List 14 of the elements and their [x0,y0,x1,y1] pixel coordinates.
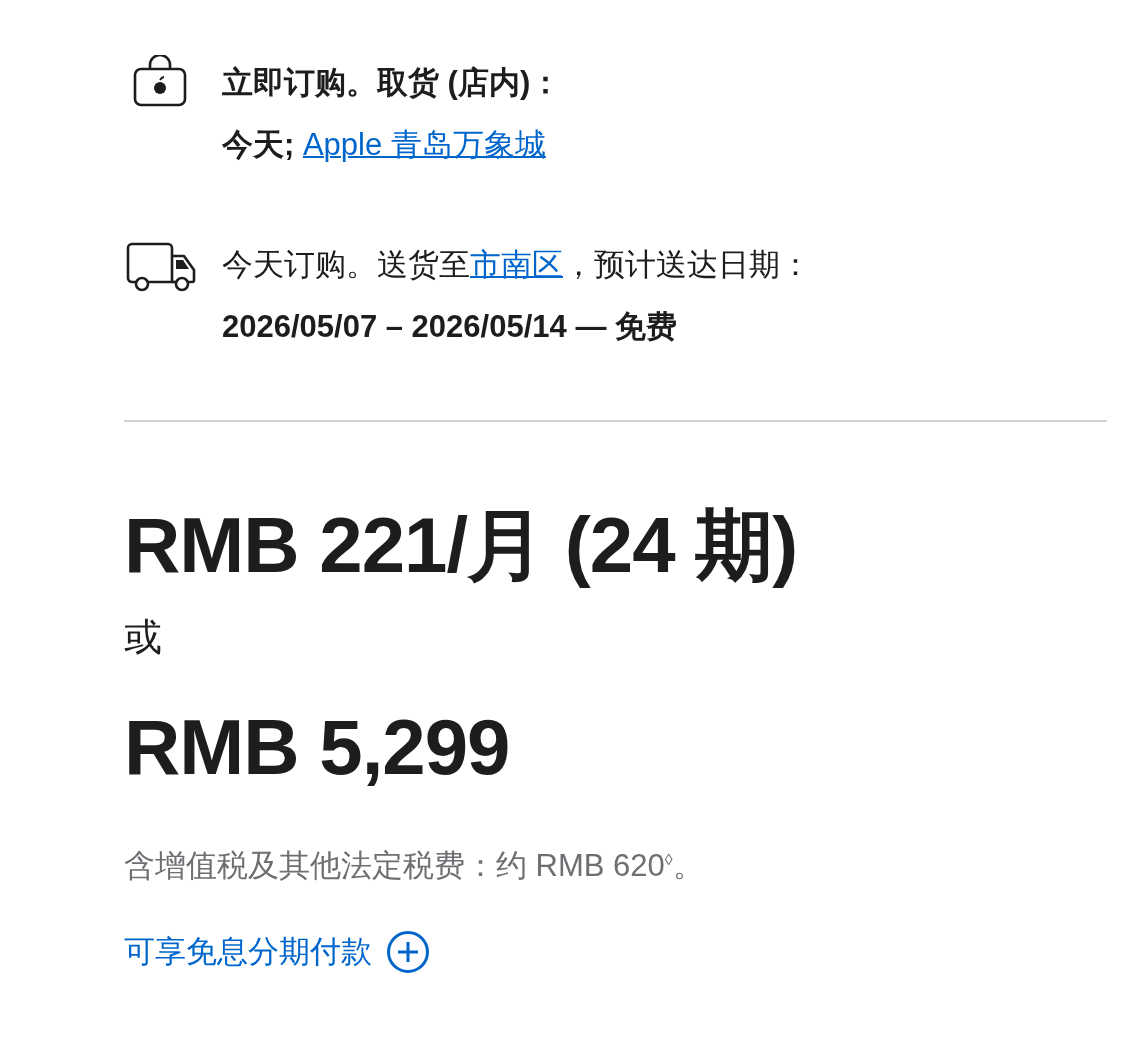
tax-note: 含增值税及其他法定税费：约 RMB 620$^{◊}$。 [124,847,705,886]
installment-link[interactable]: 可享免息分期付款 [124,930,430,975]
monthly-price: RMB 221/月 (24 期) [124,500,799,590]
pickup-detail: 今天; Apple 青岛万象城 [222,126,547,164]
pickup-heading: 立即订购。取货 (店内)： [222,64,562,102]
full-price: RMB 5,299 [124,702,511,792]
or-text: 或 [124,615,163,660]
truck-icon [126,242,198,294]
area-link[interactable]: 市南区 [470,247,563,282]
plus-circle-icon [386,930,430,975]
shopping-bag-icon [133,55,187,107]
delivery-dates: 2026/05/07 – 2026/05/14 — 免费 [222,308,678,346]
store-link[interactable]: Apple 青岛万象城 [302,127,546,162]
delivery-text: 今天订购。送货至市南区，预计送达日期： [222,246,811,284]
